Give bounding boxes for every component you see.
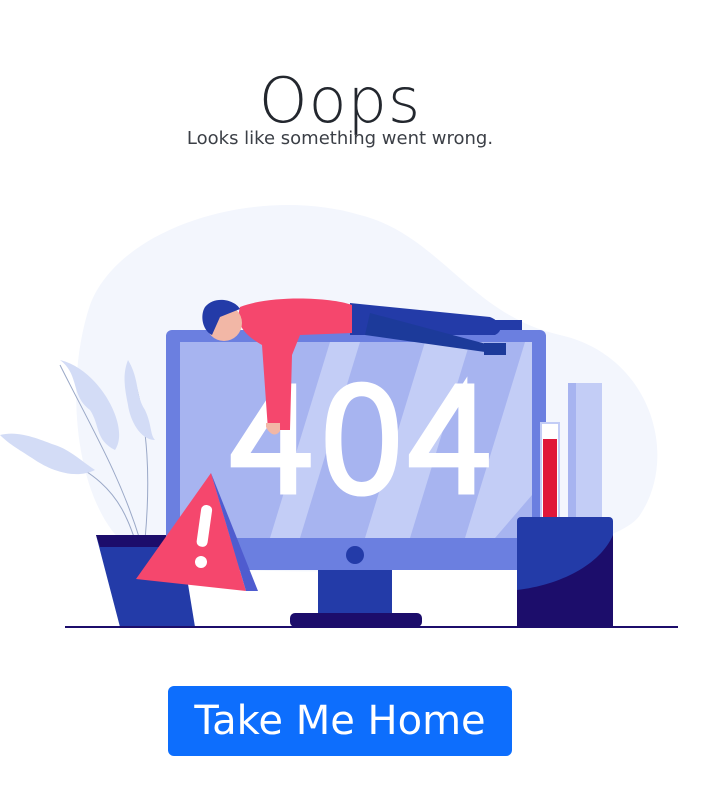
take-me-home-button[interactable]: Take Me Home xyxy=(168,686,512,756)
page-title: Oops xyxy=(258,63,422,137)
page-subtitle: Looks like something went wrong. xyxy=(186,128,494,149)
error-illustration: 404 xyxy=(0,205,678,628)
